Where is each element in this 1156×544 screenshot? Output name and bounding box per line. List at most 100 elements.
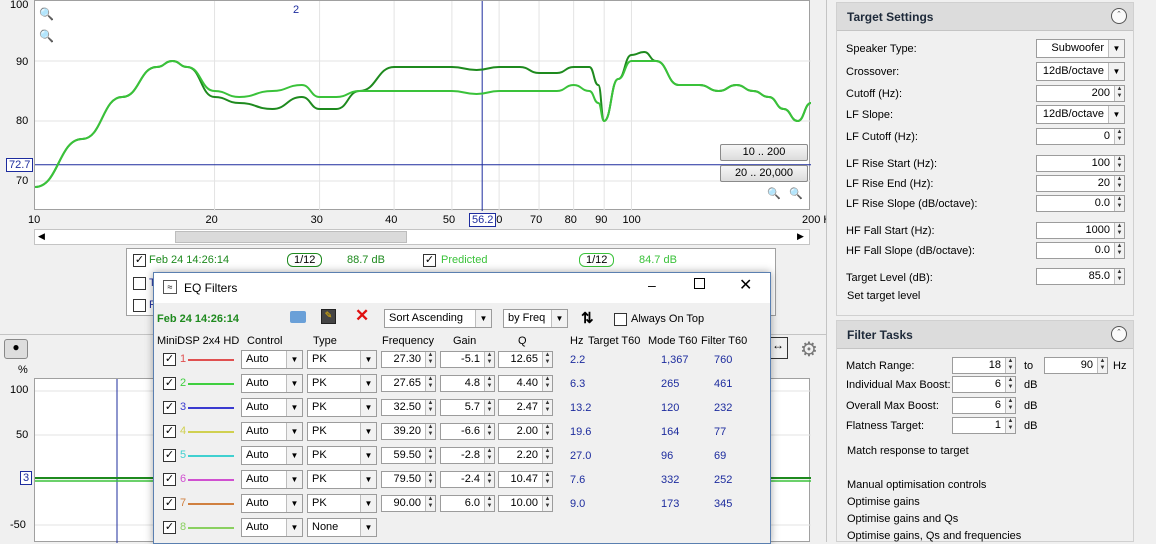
- spinner-icon[interactable]: ▲ ▼: [425, 448, 435, 463]
- zoom-x-in-icon[interactable]: 🔍: [767, 187, 781, 200]
- filter-type-select[interactable]: None ▼: [307, 518, 377, 537]
- spinner-icon[interactable]: ▲ ▼: [542, 448, 552, 463]
- range-10-200-button[interactable]: 10 .. 200: [720, 144, 808, 161]
- filter-control-select[interactable]: Auto ▼: [241, 518, 303, 537]
- spinner-icon[interactable]: ▲ ▼: [1114, 156, 1124, 171]
- filter-type-select[interactable]: PK ▼: [307, 422, 377, 441]
- scroll-right-arrow-icon[interactable]: ▶: [797, 231, 804, 242]
- cutoff-input[interactable]: 200 ▲ ▼: [1036, 85, 1125, 102]
- range-20-20000-button[interactable]: 20 .. 20,000: [720, 165, 808, 182]
- spinner-icon[interactable]: ▲ ▼: [484, 472, 494, 487]
- filter-control-select[interactable]: Auto ▼: [241, 446, 303, 465]
- flatness-target-input[interactable]: 1 ▲ ▼: [952, 417, 1016, 434]
- filter-enable-checkbox[interactable]: ✓: [163, 497, 176, 510]
- speaker-type-select[interactable]: Subwoofer ▼: [1036, 39, 1125, 58]
- sort-by-select[interactable]: by Freq ▼: [503, 309, 568, 328]
- legend-checkbox-row3[interactable]: [133, 299, 146, 312]
- spinner-icon[interactable]: ▲ ▼: [542, 400, 552, 415]
- crossover-select[interactable]: 12dB/octave ▼: [1036, 62, 1125, 81]
- spinner-icon[interactable]: ▲ ▼: [542, 376, 552, 391]
- filter-enable-checkbox[interactable]: ✓: [163, 521, 176, 534]
- lf-cutoff-input[interactable]: 0 ▲ ▼: [1036, 128, 1125, 145]
- spinner-icon[interactable]: ▲ ▼: [1114, 86, 1124, 101]
- filter-gain-input[interactable]: -2.8 ▲ ▼: [440, 447, 495, 464]
- filter-gain-input[interactable]: 6.0 ▲ ▼: [440, 495, 495, 512]
- spinner-icon[interactable]: ▲ ▼: [1114, 223, 1124, 238]
- optimise-gains-button[interactable]: Optimise gains: [847, 496, 920, 508]
- filter-type-select[interactable]: PK ▼: [307, 494, 377, 513]
- spinner-icon[interactable]: ▲ ▼: [484, 400, 494, 415]
- optimise-all-button[interactable]: Optimise gains, Qs and frequencies: [847, 530, 1021, 542]
- filter-type-select[interactable]: PK ▼: [307, 350, 377, 369]
- smoothing-badge[interactable]: 1/12: [287, 253, 323, 267]
- zoom-out-icon[interactable]: 🔍: [39, 29, 54, 43]
- spinner-icon[interactable]: ▲ ▼: [484, 352, 494, 367]
- save-filters-icon[interactable]: ✎: [321, 309, 336, 324]
- filter-q-input[interactable]: 10.00 ▲ ▼: [498, 495, 553, 512]
- spinner-icon[interactable]: ▲ ▼: [425, 424, 435, 439]
- match-range-from-input[interactable]: 18 ▲ ▼: [952, 357, 1016, 374]
- spinner-icon[interactable]: ▲ ▼: [542, 496, 552, 511]
- spinner-icon[interactable]: ▲ ▼: [542, 352, 552, 367]
- zoom-x-out-icon[interactable]: 🔍: [789, 187, 803, 200]
- maximize-icon[interactable]: [694, 278, 705, 289]
- filter-enable-checkbox[interactable]: ✓: [163, 353, 176, 366]
- filter-frequency-input[interactable]: 27.65 ▲ ▼: [381, 375, 436, 392]
- filter-frequency-input[interactable]: 59.50 ▲ ▼: [381, 447, 436, 464]
- filter-gain-input[interactable]: -2.4 ▲ ▼: [440, 471, 495, 488]
- sort-order-select[interactable]: Sort Ascending ▼: [384, 309, 492, 328]
- filter-control-select[interactable]: Auto ▼: [241, 470, 303, 489]
- match-response-button[interactable]: Match response to target: [847, 445, 969, 457]
- lf-rise-start-input[interactable]: 100 ▲ ▼: [1036, 155, 1125, 172]
- filter-frequency-input[interactable]: 90.00 ▲ ▼: [381, 495, 436, 512]
- spinner-icon[interactable]: ▲ ▼: [1114, 176, 1124, 191]
- delete-filters-icon[interactable]: ✕: [355, 306, 369, 326]
- filter-frequency-input[interactable]: 32.50 ▲ ▼: [381, 399, 436, 416]
- filter-q-input[interactable]: 12.65 ▲ ▼: [498, 351, 553, 368]
- filter-q-input[interactable]: 4.40 ▲ ▼: [498, 375, 553, 392]
- filter-q-input[interactable]: 2.47 ▲ ▼: [498, 399, 553, 416]
- lf-rise-slope-input[interactable]: 0.0 ▲ ▼: [1036, 195, 1125, 212]
- spinner-icon[interactable]: ▲ ▼: [425, 400, 435, 415]
- spinner-icon[interactable]: ▲ ▼: [1005, 377, 1015, 392]
- overall-max-boost-input[interactable]: 6 ▲ ▼: [952, 397, 1016, 414]
- filter-q-input[interactable]: 2.20 ▲ ▼: [498, 447, 553, 464]
- filter-gain-input[interactable]: -6.6 ▲ ▼: [440, 423, 495, 440]
- filter-control-select[interactable]: Auto ▼: [241, 398, 303, 417]
- target-settings-header[interactable]: Target Settings: [837, 3, 1133, 31]
- camera-icon[interactable]: ●: [4, 339, 28, 359]
- close-icon[interactable]: ✕: [739, 275, 752, 295]
- filter-type-select[interactable]: PK ▼: [307, 374, 377, 393]
- spinner-icon[interactable]: ▲ ▼: [1097, 358, 1107, 373]
- collapse-chevron-icon[interactable]: ˆ: [1111, 326, 1127, 342]
- spinner-icon[interactable]: ▲ ▼: [1005, 418, 1015, 433]
- target-level-input[interactable]: 85.0 ▲ ▼: [1036, 268, 1125, 285]
- filter-gain-input[interactable]: 4.8 ▲ ▼: [440, 375, 495, 392]
- spinner-icon[interactable]: ▲ ▼: [425, 352, 435, 367]
- set-target-level-link[interactable]: Set target level: [847, 290, 920, 302]
- spinner-icon[interactable]: ▲ ▼: [425, 496, 435, 511]
- predicted-smoothing-badge[interactable]: 1/12: [579, 253, 615, 267]
- filter-q-input[interactable]: 2.00 ▲ ▼: [498, 423, 553, 440]
- filter-q-input[interactable]: 10.47 ▲ ▼: [498, 471, 553, 488]
- spl-graph[interactable]: 🔍 🔍 2 10 .. 200 20 .. 20,000 🔍 🔍: [34, 0, 811, 211]
- always-on-top-checkbox[interactable]: [614, 313, 627, 326]
- match-range-to-input[interactable]: 90 ▲ ▼: [1044, 357, 1108, 374]
- filter-control-select[interactable]: Auto ▼: [241, 350, 303, 369]
- spinner-icon[interactable]: ▲ ▼: [1114, 196, 1124, 211]
- legend-checkbox-row2[interactable]: [133, 277, 146, 290]
- zoom-in-icon[interactable]: 🔍: [39, 7, 54, 21]
- collapse-chevron-icon[interactable]: ˆ: [1111, 8, 1127, 24]
- filter-control-select[interactable]: Auto ▼: [241, 494, 303, 513]
- spinner-icon[interactable]: ▲ ▼: [425, 376, 435, 391]
- individual-max-boost-input[interactable]: 6 ▲ ▼: [952, 376, 1016, 393]
- spinner-icon[interactable]: ▲ ▼: [1005, 358, 1015, 373]
- settings-gear-icon[interactable]: ⚙: [800, 337, 818, 362]
- filter-enable-checkbox[interactable]: ✓: [163, 425, 176, 438]
- filter-gain-input[interactable]: -5.1 ▲ ▼: [440, 351, 495, 368]
- minimize-icon[interactable]: –: [648, 277, 656, 293]
- eq-filters-window[interactable]: ≈ EQ Filters – ✕ Feb 24 14:26:14 ✎ ✕ Sor…: [153, 272, 771, 544]
- spinner-icon[interactable]: ▲ ▼: [542, 472, 552, 487]
- hf-fall-start-input[interactable]: 1000 ▲ ▼: [1036, 222, 1125, 239]
- spinner-icon[interactable]: ▲ ▼: [484, 424, 494, 439]
